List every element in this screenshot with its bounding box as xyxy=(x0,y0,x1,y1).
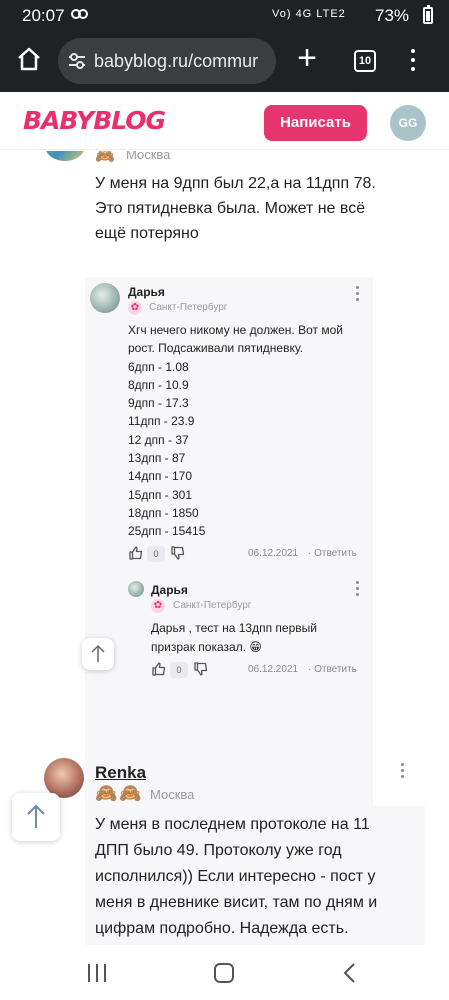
author-city: Москва xyxy=(126,151,171,162)
stat-line: 8дпп - 10.9 xyxy=(128,377,189,392)
stat-line: 9дпп - 17.3 xyxy=(128,396,189,411)
back-icon[interactable] xyxy=(340,962,360,984)
stat-line: 12 дпп - 37 xyxy=(128,432,189,447)
site-logo[interactable]: BABYBLOG xyxy=(23,106,166,135)
author-city: Санкт-Петербург xyxy=(173,600,252,611)
reply-intro: Хгч нечего никому не должен. Вот мой рос… xyxy=(128,323,343,356)
dislike-icon[interactable] xyxy=(170,545,186,564)
comment-text: Дарья , тест на 13дпп первый призрак пок… xyxy=(151,621,317,654)
like-count: 0 xyxy=(147,546,165,562)
flower-badge-icon: ✿ xyxy=(151,599,165,613)
comment-text: У меня в последнем протоколе на 11 ДПП б… xyxy=(95,816,378,937)
reply-card: Дарья ✿ Санкт-Петербург Хгч нечего ником… xyxy=(85,277,373,833)
new-tab-icon[interactable]: + xyxy=(292,41,322,79)
tab-switcher-button[interactable]: 10 xyxy=(354,50,376,72)
like-count: 0 xyxy=(170,662,188,678)
comment-card: У меня в последнем протоколе на 11 ДПП б… xyxy=(85,806,425,945)
more-options-icon[interactable] xyxy=(401,763,407,781)
flower-badge-icon: ✿ xyxy=(128,301,142,315)
avatar[interactable] xyxy=(45,151,85,161)
site-settings-icon[interactable] xyxy=(66,50,88,72)
comment-date: 06.12.2021 xyxy=(248,664,299,675)
comment-text: Хгч нечего никому не должен. Вот мой рос… xyxy=(128,321,358,541)
recent-apps-icon[interactable] xyxy=(88,964,108,982)
scroll-to-top-button[interactable] xyxy=(82,638,114,670)
author-name[interactable]: Дарья xyxy=(151,583,188,597)
avatar[interactable] xyxy=(90,283,120,313)
address-bar[interactable]: babyblog.ru/commur xyxy=(58,38,276,84)
battery-icon xyxy=(423,5,433,24)
more-options-icon[interactable] xyxy=(356,581,362,599)
author-city: Москва xyxy=(150,787,195,802)
status-time: 20:07 xyxy=(22,6,65,25)
comment-actions: 0 06.12.2021 · Ответить xyxy=(151,661,366,679)
site-header: BABYBLOG Написать GG xyxy=(0,92,449,150)
dislike-icon[interactable] xyxy=(193,661,209,680)
status-bar: 20:07 Vo) 4G LTE2 73% xyxy=(0,0,449,30)
arrow-up-icon xyxy=(91,644,105,662)
home-icon[interactable] xyxy=(14,44,44,74)
avatar[interactable] xyxy=(128,581,144,597)
stat-line: 6дпп - 1.08 xyxy=(128,359,189,374)
comment-date: 06.12.2021 xyxy=(248,548,299,559)
stat-line: 15дпп - 301 xyxy=(128,487,193,502)
arrow-up-icon xyxy=(27,804,45,828)
like-icon[interactable] xyxy=(151,661,167,680)
user-avatar[interactable]: GG xyxy=(390,105,426,141)
author-name[interactable]: Дарья xyxy=(128,285,165,299)
sync-icon xyxy=(71,7,89,24)
stat-line: 14дпп - 170 xyxy=(128,469,193,484)
stat-line: 11дпп - 23.9 xyxy=(128,414,195,429)
browser-toolbar: babyblog.ru/commur + 10 xyxy=(0,30,449,92)
avatar[interactable] xyxy=(44,758,84,798)
battery-percent: 73% xyxy=(375,6,410,25)
author-city: Санкт-Петербург xyxy=(149,302,228,313)
stat-line: 18дпп - 1850 xyxy=(128,505,199,520)
system-nav-bar xyxy=(0,945,449,1000)
write-button[interactable]: Написать xyxy=(264,105,367,141)
author-name[interactable]: Renka xyxy=(95,763,146,783)
comments-feed: 🙈 Москва У меня на 9дпп был 22,а на 11дп… xyxy=(0,151,449,945)
stat-line: 13дпп - 87 xyxy=(128,451,186,466)
reply-link[interactable]: · Ответить xyxy=(308,548,357,559)
badge-icon: 🙈 xyxy=(95,783,118,803)
url-text: babyblog.ru/commur xyxy=(94,51,259,71)
stat-line: 25дпп - 15415 xyxy=(128,524,206,539)
comment-text: У меня на 9дпп был 22,а на 11дпп 78. Это… xyxy=(95,175,376,242)
browser-menu-icon[interactable] xyxy=(408,46,418,76)
badge-icon: 🙈 xyxy=(119,783,142,803)
comment-card: У меня на 9дпп был 22,а на 11дпп 78. Это… xyxy=(85,163,425,251)
home-nav-icon[interactable] xyxy=(214,963,234,983)
scroll-to-top-button[interactable] xyxy=(12,793,60,841)
comment-actions: 0 06.12.2021 · Ответить xyxy=(128,545,368,563)
reply-link[interactable]: · Ответить xyxy=(308,664,357,675)
like-icon[interactable] xyxy=(128,545,144,564)
network-indicators: Vo) 4G LTE2 xyxy=(272,8,346,20)
more-options-icon[interactable] xyxy=(356,286,362,304)
